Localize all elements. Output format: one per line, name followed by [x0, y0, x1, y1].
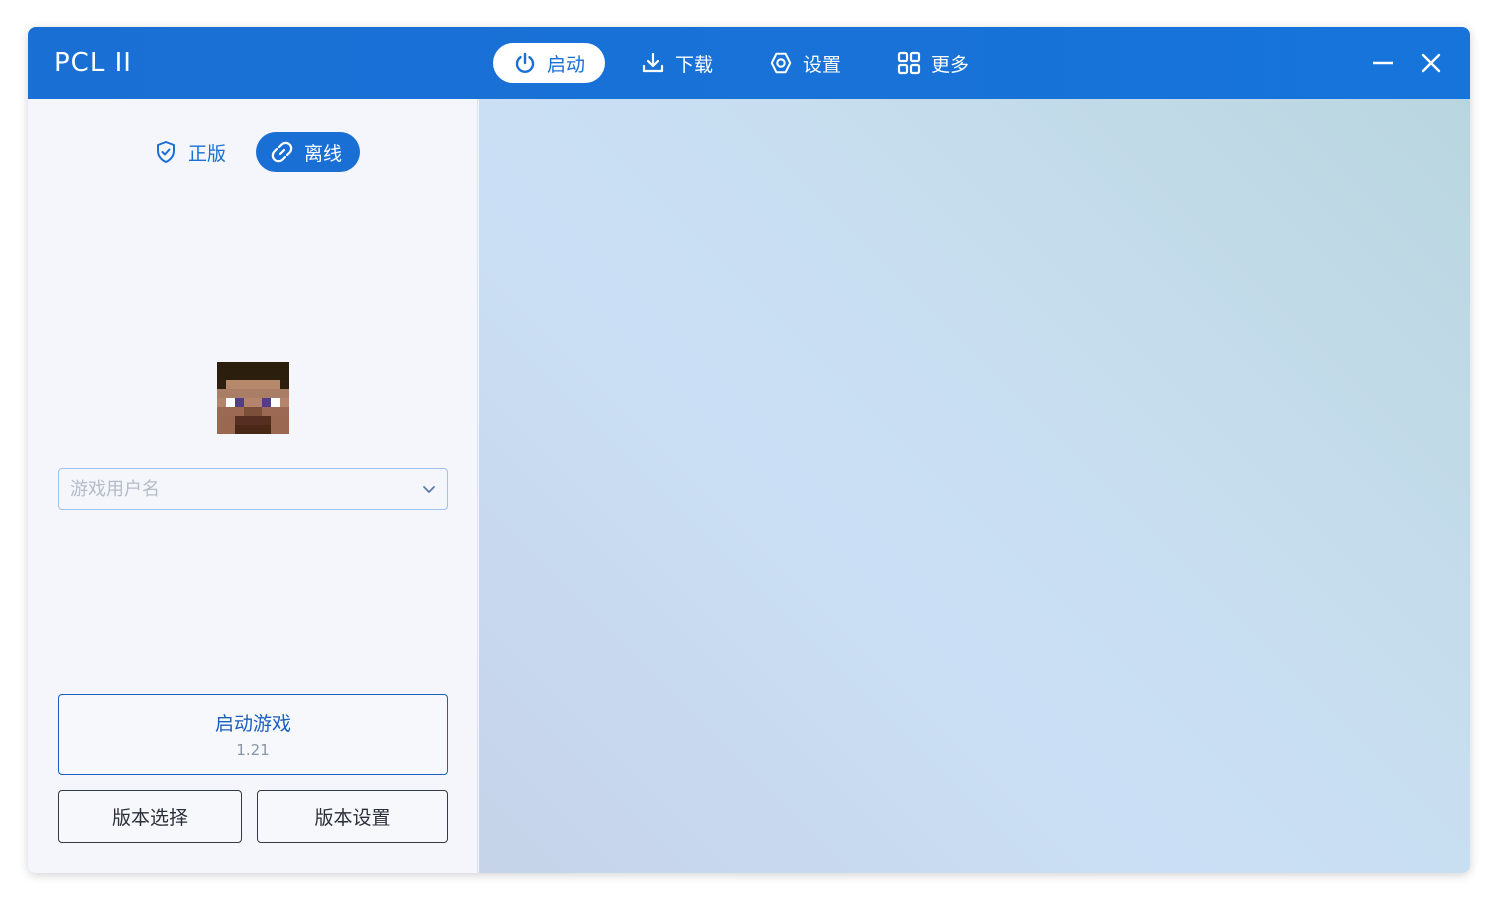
nav-settings[interactable]: 设置: [749, 43, 861, 83]
tab-offline-label: 离线: [304, 142, 343, 165]
nav-download[interactable]: 下载: [621, 43, 733, 83]
username-combobox[interactable]: [58, 468, 448, 510]
launch-version-label: 1.21: [236, 741, 270, 759]
version-select-button[interactable]: 版本选择: [58, 790, 242, 843]
grid-icon: [897, 51, 921, 75]
settings-icon: [769, 51, 793, 75]
download-icon: [641, 51, 665, 75]
nav-more[interactable]: 更多: [877, 43, 989, 83]
title-bar[interactable]: PCL II 启动 下载 设置 更多: [28, 27, 1470, 99]
launch-game-label: 启动游戏: [214, 713, 291, 735]
sidebar: 正版 离线 游戏用户名 启动游戏 1.21 版本选择 版本设置: [28, 99, 478, 873]
power-icon: [513, 51, 537, 75]
chevron-down-icon[interactable]: [421, 481, 437, 497]
minimize-icon: [1373, 61, 1393, 65]
nav-more-label: 更多: [931, 53, 970, 76]
nav-download-label: 下载: [675, 53, 714, 76]
username-input[interactable]: [59, 469, 409, 509]
tab-offline[interactable]: 离线: [256, 132, 361, 172]
nav-launch[interactable]: 启动: [493, 43, 606, 83]
nav-settings-label: 设置: [803, 53, 842, 76]
shield-check-icon: [154, 140, 178, 164]
tab-official[interactable]: 正版: [140, 132, 244, 172]
close-button[interactable]: [1417, 49, 1445, 77]
player-avatar: [217, 362, 289, 434]
main-content-area: [479, 99, 1470, 873]
login-mode-tabs: 正版 离线: [140, 132, 372, 172]
launcher-window: PCL II 启动 下载 设置 更多 正版 离线 游戏用户名 启动游戏 1.21…: [28, 27, 1470, 873]
version-settings-button[interactable]: 版本设置: [257, 790, 448, 843]
app-title: PCL II: [54, 48, 132, 78]
link-icon: [270, 140, 294, 164]
top-nav: 启动 下载 设置 更多: [493, 43, 1005, 83]
close-icon: [1421, 53, 1441, 73]
minimize-button[interactable]: [1369, 49, 1397, 77]
launch-game-button[interactable]: 启动游戏 1.21: [58, 694, 448, 775]
tab-official-label: 正版: [188, 142, 227, 165]
nav-launch-label: 启动: [547, 53, 586, 76]
